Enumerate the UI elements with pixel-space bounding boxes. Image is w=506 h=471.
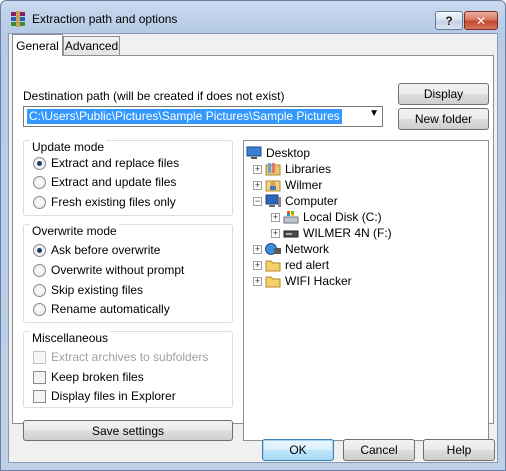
radio-ask-before-overwrite[interactable]: Ask before overwrite [33,242,160,258]
tree-node-computer[interactable]: − Computer [253,193,338,209]
miscellaneous-title: Miscellaneous [30,331,111,345]
winrar-icon [11,11,25,27]
expand-icon[interactable]: + [271,212,280,222]
dropdown-arrow-icon[interactable]: ▼ [369,108,379,119]
radio-fresh-existing[interactable]: Fresh existing files only [33,194,176,210]
radio-icon[interactable] [33,263,46,277]
option-label: Display files in Explorer [51,389,176,403]
radio-icon[interactable] [33,175,46,189]
tree-node-label[interactable]: red alert [285,258,329,272]
checkbox-display-in-explorer[interactable]: Display files in Explorer [33,388,176,404]
window-title: Extraction path and options [32,12,178,26]
user-folder-icon [265,180,281,192]
title-bar: Extraction path and options ? ✕ [1,1,505,33]
destination-path-combobox[interactable]: C:\Users\Public\Pictures\Sample Pictures… [23,106,383,127]
radio-extract-update[interactable]: Extract and update files [33,174,176,190]
tree-node-label[interactable]: Network [285,242,329,256]
computer-icon [265,194,281,207]
checkbox-keep-broken-files[interactable]: Keep broken files [33,369,144,385]
general-tab-panel: Destination path (will be created if doe… [12,55,494,441]
destination-path-label: Destination path (will be created if doe… [23,89,285,103]
option-label: Overwrite without prompt [51,263,185,277]
save-settings-button[interactable]: Save settings [23,420,233,441]
expand-icon[interactable]: + [253,180,262,190]
ok-button[interactable]: OK [262,439,334,461]
update-mode-group: Update mode Extract and replace files Ex… [23,140,233,216]
option-label: Ask before overwrite [51,243,161,257]
removable-drive-icon [283,230,299,238]
radio-selected-icon[interactable] [33,243,46,257]
expand-icon[interactable]: + [253,244,262,254]
option-label: Rename automatically [51,302,170,316]
checkbox-icon [33,350,46,364]
option-label: Keep broken files [51,370,144,384]
radio-skip-existing[interactable]: Skip existing files [33,282,143,298]
tree-node-label[interactable]: Computer [285,194,338,208]
dialog-window: Extraction path and options ? ✕ General … [0,0,506,471]
option-label: Fresh existing files only [51,195,176,209]
option-label: Extract archives to subfolders [51,350,209,364]
tab-advanced[interactable]: Advanced [63,36,120,55]
radio-overwrite-without-prompt[interactable]: Overwrite without prompt [33,262,184,278]
expand-icon[interactable]: + [253,260,262,270]
radio-extract-replace[interactable]: Extract and replace files [33,155,179,171]
cancel-button[interactable]: Cancel [343,439,415,461]
libraries-icon [265,163,281,176]
new-folder-button[interactable]: New folder [398,108,489,130]
tree-node-label[interactable]: Libraries [285,162,331,176]
option-label: Skip existing files [51,283,144,297]
overwrite-mode-group: Overwrite mode Ask before overwrite Over… [23,224,233,323]
tree-node-label[interactable]: Wilmer [285,178,322,192]
expand-icon[interactable]: + [271,228,280,238]
expand-icon[interactable]: + [253,276,262,286]
destination-path-value[interactable]: C:\Users\Public\Pictures\Sample Pictures… [27,109,342,124]
tab-general[interactable]: General [12,34,63,56]
hard-drive-icon [283,211,299,224]
tree-node-libraries[interactable]: + Libraries [253,161,331,177]
tree-node-label[interactable]: Local Disk (C:) [303,210,382,224]
tree-node-red-alert[interactable]: + red alert [253,257,329,273]
folder-icon [265,260,281,272]
checkbox-icon[interactable] [33,389,46,403]
tree-node-network[interactable]: + Network [253,241,329,257]
radio-icon[interactable] [33,283,46,297]
tree-node-desktop[interactable]: Desktop [246,145,310,161]
display-button[interactable]: Display [398,83,489,105]
folder-icon [265,276,281,288]
dialog-client-area: General Advanced Destination path (will … [8,33,498,463]
help-button[interactable]: Help [423,439,495,461]
update-mode-title: Update mode [30,140,107,154]
option-label: Extract and update files [51,175,177,189]
help-icon: ? [445,13,453,28]
radio-rename-automatically[interactable]: Rename automatically [33,301,170,317]
collapse-icon[interactable]: − [253,196,262,206]
tree-node-wilmer-4n-f[interactable]: + WILMER 4N (F:) [271,225,392,241]
miscellaneous-group: Miscellaneous Extract archives to subfol… [23,331,233,408]
tree-node-label[interactable]: WIFI Hacker [285,274,352,288]
expand-icon[interactable]: + [253,164,262,174]
close-icon: ✕ [475,13,487,28]
radio-icon[interactable] [33,302,46,316]
option-label: Extract and replace files [51,156,180,170]
title-close-button[interactable]: ✕ [464,11,498,30]
tree-node-label[interactable]: Desktop [266,146,310,160]
title-help-button[interactable]: ? [435,11,463,30]
checkbox-extract-to-subfolders: Extract archives to subfolders [33,349,208,365]
overwrite-mode-title: Overwrite mode [30,224,119,238]
tree-node-local-disk-c[interactable]: + Local Disk (C:) [271,209,382,225]
tree-node-label[interactable]: WILMER 4N (F:) [303,226,392,240]
tree-node-wifi-hacker[interactable]: + WIFI Hacker [253,273,352,289]
checkbox-icon[interactable] [33,370,46,384]
radio-icon[interactable] [33,195,46,209]
network-icon [265,243,281,255]
desktop-icon [246,146,262,159]
folder-tree[interactable]: Desktop + Libraries + Wilmer − Computer [243,140,489,441]
radio-selected-icon[interactable] [33,156,46,170]
tree-node-wilmer[interactable]: + Wilmer [253,177,322,193]
